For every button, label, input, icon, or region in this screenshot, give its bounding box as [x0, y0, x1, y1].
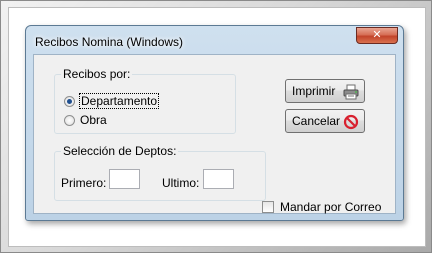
radio-button-selected[interactable]: [64, 95, 75, 107]
dialog-window: Recibos Nomina (Windows) ✕ Recibos por: …: [25, 25, 404, 221]
cancelar-button[interactable]: Cancelar: [285, 109, 365, 133]
close-button[interactable]: ✕: [356, 27, 398, 44]
radio-departamento-label[interactable]: Departamento: [78, 93, 160, 109]
window-title: Recibos Nomina (Windows): [35, 35, 184, 49]
radio-obra[interactable]: Obra: [64, 112, 107, 128]
imprimir-button-label: Imprimir: [292, 84, 336, 98]
seleccion-deptos-group: Selección de Deptos: Primero: Ultimo:: [54, 144, 266, 201]
radio-departamento[interactable]: Departamento: [64, 93, 160, 109]
dialog-client-area: Recibos por: Departamento Obra Selección…: [33, 54, 396, 214]
ultimo-input[interactable]: [203, 169, 234, 189]
primero-label: Primero:: [61, 176, 107, 190]
close-icon: ✕: [372, 29, 382, 41]
cancelar-button-label: Cancelar: [292, 114, 341, 128]
radio-obra-label[interactable]: Obra: [80, 113, 107, 127]
mandar-correo-label[interactable]: Mandar por Correo: [280, 200, 381, 214]
radio-button-unselected[interactable]: [64, 114, 75, 126]
title-bar[interactable]: Recibos Nomina (Windows) ✕: [26, 26, 403, 54]
recibos-por-group: Recibos por: Departamento Obra: [54, 67, 236, 134]
no-entry-icon: [343, 114, 359, 130]
radio-dot: [67, 98, 72, 104]
printer-icon: [343, 84, 359, 100]
ultimo-label: Ultimo:: [162, 176, 200, 190]
primero-input[interactable]: [109, 169, 140, 189]
imprimir-button[interactable]: Imprimir: [285, 79, 365, 103]
seleccion-deptos-legend: Selección de Deptos:: [61, 144, 179, 158]
recibos-por-legend: Recibos por:: [61, 67, 133, 81]
mandar-correo-checkbox[interactable]: [262, 201, 274, 213]
